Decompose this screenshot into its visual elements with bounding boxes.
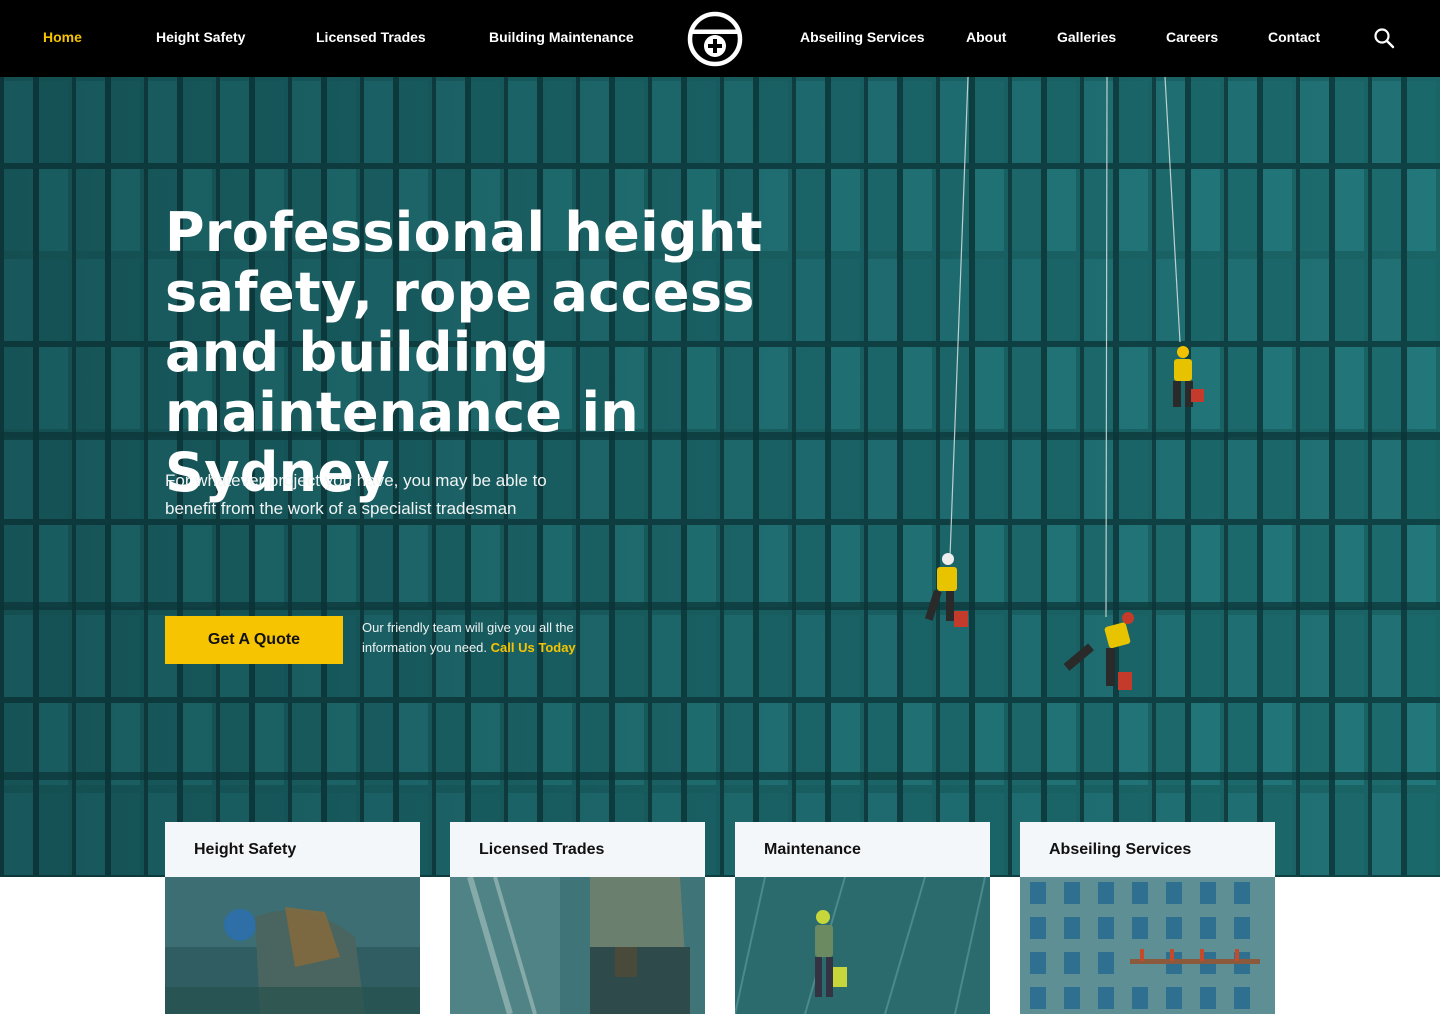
card-title: Maintenance [735, 822, 990, 877]
hero-title: Professional height safety, rope access … [165, 201, 763, 504]
nav-abseiling-services-link[interactable]: Abseiling Services [800, 0, 925, 77]
card-height-safety[interactable]: Height Safety [165, 822, 420, 1014]
nav-home-link[interactable]: Home [43, 0, 82, 77]
card-abseiling-services[interactable]: Abseiling Services [1020, 822, 1275, 1014]
card-image-maintenance [735, 877, 990, 1014]
nav-about-link[interactable]: About [966, 0, 1006, 77]
call-us-today-link[interactable]: Call Us Today [491, 640, 576, 655]
card-licensed-trades[interactable]: Licensed Trades [450, 822, 705, 1014]
card-title: Abseiling Services [1020, 822, 1275, 877]
nav-galleries-link[interactable]: Galleries [1057, 0, 1116, 77]
card-title: Licensed Trades [450, 822, 705, 877]
card-title: Height Safety [165, 822, 420, 877]
cta-note: Our friendly team will give you all the … [362, 618, 612, 658]
nav-licensed-trades-link[interactable]: Licensed Trades [316, 0, 426, 77]
nav-careers-link[interactable]: Careers [1166, 0, 1218, 77]
card-image-abseiling-services [1020, 877, 1275, 1014]
search-icon[interactable] [1372, 26, 1396, 50]
hero-section: Professional height safety, rope access … [0, 77, 1440, 877]
card-maintenance[interactable]: Maintenance [735, 822, 990, 1014]
card-image-height-safety [165, 877, 420, 1014]
hero-lead-text: For whatever project you have, you may b… [165, 471, 547, 518]
shield-cross-logo-icon[interactable] [686, 10, 744, 68]
get-a-quote-button[interactable]: Get A Quote [165, 616, 343, 664]
nav-building-maintenance-link[interactable]: Building Maintenance [489, 0, 634, 77]
nav-height-safety-link[interactable]: Height Safety [156, 0, 245, 77]
main-navigation: Home Height Safety Licensed Trades Build… [0, 0, 1440, 77]
nav-contact-link[interactable]: Contact [1268, 0, 1320, 77]
card-image-licensed-trades [450, 877, 705, 1014]
